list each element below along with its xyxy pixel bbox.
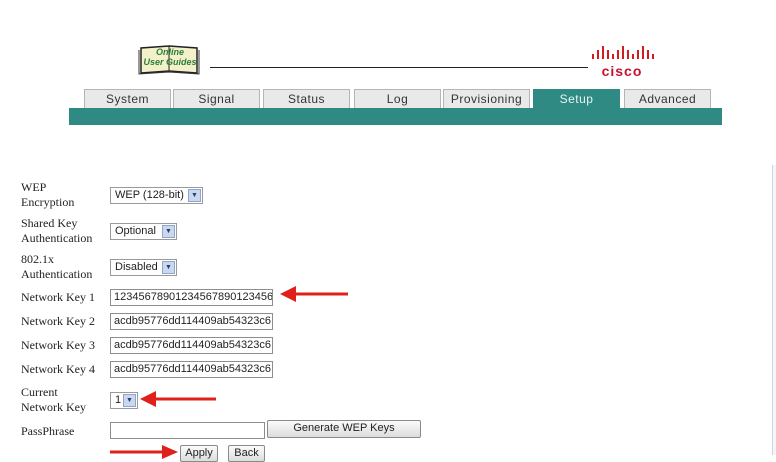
cisco-wordmark: cisco	[601, 63, 643, 79]
online-user-guides-logo: Online User Guides	[135, 40, 205, 76]
cisco-bars-icon	[592, 46, 654, 59]
shared-key-auth-select[interactable]: Optional ▼	[110, 223, 177, 240]
network-key-4-input[interactable]: acdb95776dd114409ab54323c6	[110, 361, 273, 378]
chevron-down-icon: ▼	[162, 261, 175, 274]
auth-8021x-label: 802.1x Authentication	[21, 252, 93, 281]
apply-button[interactable]: Apply	[180, 445, 218, 462]
chevron-down-icon: ▼	[123, 394, 136, 407]
network-key-3-label: Network Key 3	[21, 338, 95, 352]
cisco-logo: cisco	[586, 44, 664, 80]
shared-key-auth-label: Shared Key Authentication	[21, 216, 93, 245]
nav-bar	[69, 108, 722, 125]
auth-8021x-select[interactable]: Disabled ▼	[110, 259, 177, 276]
passphrase-input[interactable]	[110, 422, 265, 439]
svg-text:Online: Online	[156, 47, 184, 57]
shared-key-auth-value: Optional	[115, 225, 156, 237]
network-key-2-label: Network Key 2	[21, 314, 95, 328]
chevron-down-icon: ▼	[162, 225, 175, 238]
wep-encryption-select[interactable]: WEP (128-bit) ▼	[110, 187, 203, 204]
passphrase-label: PassPhrase	[21, 424, 75, 438]
svg-text:User Guides: User Guides	[143, 57, 196, 67]
tab-advanced[interactable]: Advanced	[624, 89, 711, 108]
annotation-arrow-icon	[140, 391, 216, 407]
current-network-key-value: 1	[115, 394, 122, 406]
tab-status[interactable]: Status	[263, 89, 350, 108]
auth-8021x-value: Disabled	[115, 261, 158, 273]
wep-encryption-label: WEP Encryption	[21, 180, 75, 209]
current-network-key-select[interactable]: 1 ▼	[110, 392, 138, 409]
tab-provisioning[interactable]: Provisioning	[443, 89, 530, 108]
wep-encryption-value: WEP (128-bit)	[115, 189, 184, 201]
back-button[interactable]: Back	[228, 445, 265, 462]
network-key-1-label: Network Key 1	[21, 290, 95, 304]
network-key-2-input[interactable]: acdb95776dd114409ab54323c6	[110, 313, 273, 330]
tab-log[interactable]: Log	[354, 89, 441, 108]
network-key-3-input[interactable]: acdb95776dd114409ab54323c6	[110, 337, 273, 354]
annotation-arrow-icon	[280, 286, 348, 302]
chevron-down-icon: ▼	[188, 189, 201, 202]
annotation-arrow-icon	[110, 445, 178, 459]
tab-system[interactable]: System	[84, 89, 171, 108]
tab-signal[interactable]: Signal	[173, 89, 260, 108]
header-divider	[210, 67, 588, 68]
network-key-4-label: Network Key 4	[21, 362, 95, 376]
network-key-1-input[interactable]: 12345678901234567890123456	[110, 289, 273, 306]
current-network-key-label: Current Network Key	[21, 385, 86, 414]
tab-setup[interactable]: Setup	[533, 89, 620, 108]
scrollbar[interactable]	[772, 165, 776, 455]
generate-wep-keys-button[interactable]: Generate WEP Keys	[267, 420, 421, 438]
